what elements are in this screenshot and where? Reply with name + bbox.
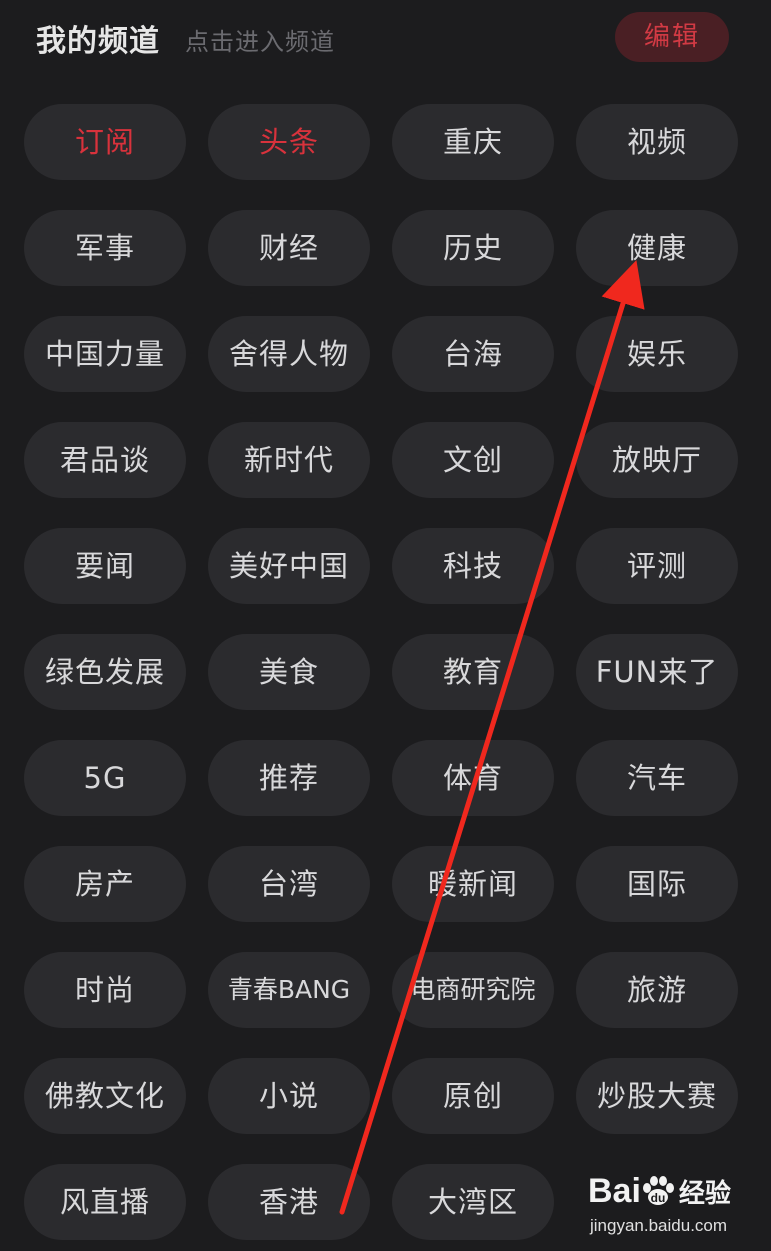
channel-chip[interactable]: 风直播 (24, 1164, 186, 1240)
channel-chip[interactable]: 青春BANG (208, 952, 370, 1028)
watermark-logo: Bai du 经验 (588, 1172, 731, 1211)
channel-chip[interactable]: 电商研究院 (392, 952, 554, 1028)
watermark-logo-text: Bai (588, 1172, 641, 1210)
channel-chip[interactable]: 视频 (576, 104, 738, 180)
channel-chip[interactable]: 小说 (208, 1058, 370, 1134)
channel-chip[interactable]: 科技 (392, 528, 554, 604)
channel-chip[interactable]: 新时代 (208, 422, 370, 498)
channel-chip[interactable]: 娱乐 (576, 316, 738, 392)
channel-chip[interactable]: 原创 (392, 1058, 554, 1134)
channel-chip[interactable]: 大湾区 (392, 1164, 554, 1240)
channel-chip[interactable]: 头条 (208, 104, 370, 180)
channel-chip[interactable]: 推荐 (208, 740, 370, 816)
channel-chip[interactable]: 重庆 (392, 104, 554, 180)
channel-chip[interactable]: 中国力量 (24, 316, 186, 392)
channel-chip[interactable]: 5G (24, 740, 186, 816)
channel-chip[interactable]: 君品谈 (24, 422, 186, 498)
channel-chip[interactable]: 汽车 (576, 740, 738, 816)
channel-chip[interactable]: 订阅 (24, 104, 186, 180)
channel-chip[interactable]: FUN来了 (576, 634, 738, 710)
channel-chip[interactable]: 要闻 (24, 528, 186, 604)
channel-chip[interactable]: 旅游 (576, 952, 738, 1028)
channel-grid: 订阅 头条 重庆 视频军事 财经 历史 健康中国力量 舍得人物 台海 娱乐君品谈 新时代 文创 放映厅要… (24, 104, 740, 1240)
channel-chip[interactable]: 炒股大赛 (576, 1058, 738, 1134)
channel-chip[interactable]: 健康 (576, 210, 738, 286)
channel-chip[interactable]: 历史 (392, 210, 554, 286)
channel-chip[interactable]: 绿色发展 (24, 634, 186, 710)
channel-chip[interactable]: 美好中国 (208, 528, 370, 604)
channel-chip[interactable]: 体育 (392, 740, 554, 816)
watermark-url: jingyan.baidu.com (590, 1216, 728, 1235)
baidu-jingyan-watermark: Bai du 经验 jingyan.baidu.com (588, 1172, 758, 1242)
channel-chip[interactable]: 军事 (24, 210, 186, 286)
channel-chip[interactable]: 美食 (208, 634, 370, 710)
page-title: 我的频道 (36, 24, 160, 59)
channel-chip[interactable]: 香港 (208, 1164, 370, 1240)
channel-chip[interactable]: 暖新闻 (392, 846, 554, 922)
my-channels-header: 我的频道 点击进入频道 编辑 (0, 0, 771, 80)
channel-chip[interactable]: 佛教文化 (24, 1058, 186, 1134)
paw-icon: du (642, 1176, 674, 1205)
edit-button[interactable]: 编辑 (615, 12, 729, 62)
svg-text:du: du (651, 1191, 666, 1205)
hint-text: 点击进入频道 (185, 28, 335, 56)
channel-chip[interactable]: 国际 (576, 846, 738, 922)
channel-chip[interactable]: 财经 (208, 210, 370, 286)
channel-chip[interactable]: 台海 (392, 316, 554, 392)
channel-chip[interactable]: 房产 (24, 846, 186, 922)
channel-chip[interactable]: 放映厅 (576, 422, 738, 498)
channel-chip[interactable]: 台湾 (208, 846, 370, 922)
watermark-logo-suffix: 经验 (678, 1179, 731, 1209)
channel-chip[interactable]: 文创 (392, 422, 554, 498)
channel-chip[interactable]: 教育 (392, 634, 554, 710)
channel-chip[interactable]: 时尚 (24, 952, 186, 1028)
channel-chip[interactable]: 舍得人物 (208, 316, 370, 392)
channel-manager-screen: 我的频道 点击进入频道 编辑 订阅 头条 重庆 视频 军事 财经 历史 健康 中国力量 舍得人物台… (0, 0, 771, 1251)
channel-chip[interactable]: 评测 (576, 528, 738, 604)
